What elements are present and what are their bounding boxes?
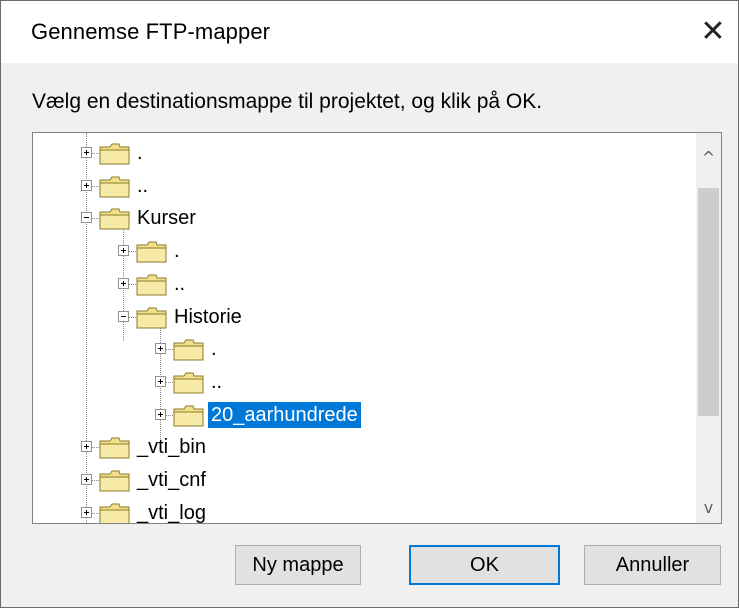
tree-item-label: _vti_cnf	[137, 469, 206, 491]
folder-icon	[99, 208, 130, 230]
tree-item[interactable]: Kurser	[33, 204, 693, 234]
tree-item[interactable]: _vti_cnf	[33, 466, 693, 496]
expand-icon[interactable]	[81, 147, 92, 158]
cancel-button[interactable]: Annuller	[584, 545, 721, 585]
folder-icon	[136, 274, 167, 296]
tree-item[interactable]: ..	[33, 368, 693, 398]
tree-item-label: Kurser	[137, 207, 196, 230]
folder-icon	[99, 176, 130, 198]
tree-item-label: 20_aarhundrede	[208, 401, 361, 428]
tree-item-label: ..	[174, 272, 186, 295]
scroll-down-icon[interactable]: v	[696, 493, 721, 523]
tree-item-label: _vti_log	[137, 501, 206, 524]
tree-item[interactable]: Historie	[33, 303, 693, 333]
tree-item[interactable]: ..	[33, 172, 693, 202]
folder-icon	[136, 307, 167, 328]
folder-icon	[173, 339, 204, 361]
expand-icon[interactable]	[81, 179, 92, 191]
expand-icon[interactable]	[81, 441, 92, 453]
scroll-up-icon[interactable]: ^	[696, 143, 721, 173]
expand-icon[interactable]	[155, 343, 166, 355]
folder-icon	[173, 372, 204, 394]
tree-item-label: ..	[137, 174, 149, 197]
cancel-button-label: Annuller	[615, 554, 690, 576]
folder-icon	[173, 405, 204, 427]
folder-tree[interactable]: ^ v ... Kurser... Historie... 20_aarhundred…	[32, 132, 722, 524]
tree-item[interactable]: .	[33, 139, 693, 169]
tree-item[interactable]: _vti_bin	[33, 433, 693, 463]
tree-item-label: _vti_bin	[137, 436, 206, 459]
tree-item[interactable]: ..	[33, 270, 693, 300]
dialog-title: Gennemse FTP-mapper	[31, 19, 271, 44]
tree-item[interactable]: .	[33, 237, 693, 267]
expand-icon[interactable]	[118, 277, 129, 289]
title-bar: Gennemse FTP-mapper ✕	[1, 1, 738, 63]
folder-icon	[99, 143, 130, 165]
tree-item[interactable]: 20_aarhundrede	[33, 401, 693, 431]
tree-item-label: Historie	[174, 305, 242, 328]
tree-item[interactable]: .	[33, 335, 693, 365]
folder-icon	[99, 470, 130, 492]
instruction-text: Vælg en destinationsmappe til projektet,…	[32, 90, 543, 113]
collapse-icon[interactable]	[118, 310, 129, 322]
expand-icon[interactable]	[81, 506, 92, 518]
new-folder-button-label: Ny mappe	[252, 554, 344, 576]
ok-button-label: OK	[470, 554, 499, 576]
vertical-scrollbar[interactable]: ^ v	[696, 133, 721, 523]
tree-item-label: ..	[211, 370, 223, 393]
tree-item[interactable]: _vti_log	[33, 499, 693, 524]
expand-icon[interactable]	[81, 474, 92, 485]
tree-item-label: .	[174, 240, 180, 263]
folder-icon	[99, 437, 130, 459]
scroll-thumb[interactable]	[698, 188, 719, 416]
expand-icon[interactable]	[118, 245, 129, 257]
tree-item-label: .	[137, 142, 143, 164]
new-folder-button[interactable]: Ny mappe	[235, 545, 361, 585]
folder-icon	[99, 503, 130, 523]
ok-button[interactable]: OK	[409, 545, 560, 585]
close-icon[interactable]: ✕	[693, 12, 733, 52]
ftp-browse-dialog: Gennemse FTP-mapper ✕ Vælg en destinatio…	[0, 0, 739, 608]
folder-icon	[136, 241, 167, 263]
tree-item-label: .	[211, 338, 217, 361]
expand-icon[interactable]	[155, 408, 166, 420]
collapse-icon[interactable]	[81, 212, 92, 224]
expand-icon[interactable]	[155, 375, 166, 387]
